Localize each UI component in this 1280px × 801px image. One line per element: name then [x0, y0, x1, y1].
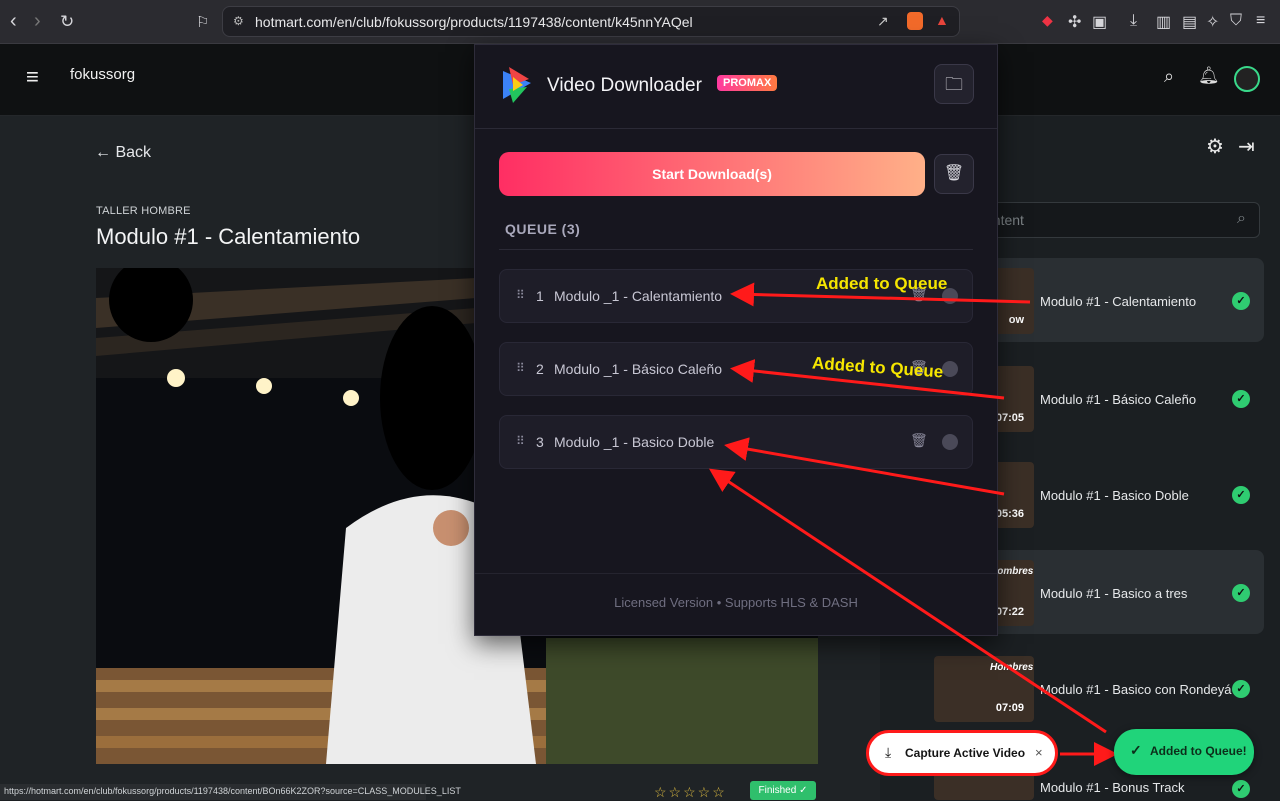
rating-stars[interactable]: ☆☆☆☆☆ — [654, 784, 727, 801]
status-dot — [942, 361, 958, 377]
close-icon[interactable]: × — [1035, 745, 1043, 760]
annotation-added-to-queue: Added to Queue — [816, 274, 948, 293]
extensions-puzzle-icon[interactable]: ✣ — [1068, 12, 1081, 32]
lesson-title: Modulo #1 - Basico Doble — [1040, 488, 1189, 503]
address-bar[interactable]: ⚙ hotmart.com/en/club/fokussorg/products… — [222, 6, 960, 37]
open-folder-button[interactable]: 🗀 — [934, 64, 974, 104]
queue-item[interactable]: ⠿ 3 Modulo _1 - Basico Doble 🗑︎ — [499, 415, 973, 469]
url-text: hotmart.com/en/club/fokussorg/products/1… — [255, 14, 693, 30]
forward-nav-icon[interactable]: › — [34, 10, 41, 33]
lesson-title: Modulo #1 - Basico a tres — [1040, 586, 1188, 601]
check-icon: ✓ — [1232, 780, 1250, 798]
lesson-title: Modulo #1 - Bonus Track — [1040, 780, 1185, 795]
trash-icon: 🗑︎ — [943, 165, 965, 182]
arrow-left-icon: ← — [95, 144, 111, 161]
divider — [499, 249, 973, 250]
queue-index: 3 — [536, 434, 544, 450]
page-title: Modulo #1 - Calentamiento — [96, 224, 361, 249]
search-icon: ⌕ — [1237, 210, 1246, 227]
search-input[interactable]: ontent ⌕ — [978, 202, 1260, 238]
status-url: https://hotmart.com/en/club/fokussorg/pr… — [4, 786, 461, 796]
capture-label: Capture Active Video — [905, 746, 1026, 760]
menu-icon[interactable]: ≡ — [1256, 12, 1265, 30]
drag-handle-icon[interactable]: ⠿ — [516, 288, 525, 302]
app-title: Video Downloader — [547, 75, 702, 96]
toast-label: Added to Queue! — [1150, 744, 1247, 758]
status-dot — [942, 434, 958, 450]
lesson-row[interactable]: Hombres 07:09 Modulo #1 - Basico con Ron… — [914, 646, 1264, 730]
promax-badge: PROMAX — [717, 75, 778, 91]
reload-icon[interactable]: ↻ — [60, 12, 74, 32]
avatar[interactable] — [1234, 66, 1260, 92]
breadcrumb: TALLER HOMBRE — [96, 205, 191, 217]
leo-icon[interactable]: ✧ — [1206, 12, 1219, 32]
check-icon: ✓ — [1232, 584, 1250, 602]
status-bar: https://hotmart.com/en/club/fokussorg/pr… — [0, 784, 461, 800]
check-icon: ✓ — [1232, 486, 1250, 504]
queue-header: QUEUE (3) — [505, 221, 581, 237]
video-downloader-popup: Video Downloader PROMAX 🗀 Start Download… — [474, 44, 998, 636]
site-name: fokussorg — [70, 66, 136, 83]
lesson-title: Modulo #1 - Calentamiento — [1040, 294, 1197, 309]
rewards-icon[interactable]: ▲ — [935, 12, 949, 28]
popup-footer: Licensed Version • Supports HLS & DASH — [614, 595, 858, 610]
check-icon: ✓ — [1232, 680, 1250, 698]
bookmark-icon[interactable]: ⚐ — [196, 13, 209, 31]
clear-queue-button[interactable]: 🗑︎ — [934, 154, 974, 194]
exit-panel-icon[interactable]: ⇥ — [1238, 134, 1255, 159]
popup-header: Video Downloader PROMAX 🗀 — [475, 45, 997, 129]
lesson-title: Modulo #1 - Básico Caleño — [1040, 392, 1197, 407]
check-icon: ✓ — [1232, 390, 1250, 408]
wallet-icon[interactable]: ▤ — [1182, 12, 1197, 32]
gear-icon[interactable]: ⚙ — [1206, 134, 1224, 159]
download-icon: ⤓ — [885, 744, 892, 760]
bell-icon[interactable]: 🔔︎ — [1198, 66, 1220, 86]
share-icon[interactable]: ↗ — [877, 13, 889, 30]
queue-item-name: Modulo _1 - Básico Caleño — [554, 361, 723, 377]
capture-active-video-button[interactable]: ⤓ Capture Active Video × — [866, 730, 1058, 776]
sidebar-icon[interactable]: ▥ — [1156, 12, 1171, 32]
queue-index: 2 — [536, 361, 544, 377]
lesson-title: Modulo #1 - Basico con Rondeyá — [1040, 682, 1232, 697]
brave-shield-icon[interactable] — [907, 12, 923, 30]
hamburger-icon[interactable]: ≡ — [26, 64, 39, 90]
added-to-queue-toast: ✓ Added to Queue! — [1114, 729, 1254, 775]
site-settings-icon[interactable]: ⚙ — [233, 14, 244, 28]
queue-item-name: Modulo _1 - Calentamiento — [554, 288, 723, 304]
download-icon[interactable]: ⤓ — [1130, 12, 1137, 30]
app-logo-icon — [503, 67, 531, 103]
back-link[interactable]: ← Back — [95, 144, 151, 162]
divider — [475, 573, 997, 574]
vpn-icon[interactable]: ⛉ — [1230, 12, 1242, 30]
queue-item-name: Modulo _1 - Basico Doble — [554, 434, 715, 450]
extension-icon[interactable]: ◆ — [1042, 12, 1053, 29]
search-icon[interactable]: ⌕ — [1164, 66, 1174, 87]
start-download-button[interactable]: Start Download(s) — [499, 152, 925, 196]
back-label: Back — [115, 144, 152, 161]
back-nav-icon[interactable]: ‹ — [10, 10, 17, 33]
lesson-thumbnail: Hombres 07:09 — [934, 656, 1034, 722]
browser-toolbar: ‹ › ↻ ⚐ ⚙ hotmart.com/en/club/fokussorg/… — [0, 0, 1280, 44]
drag-handle-icon[interactable]: ⠿ — [516, 361, 525, 375]
check-icon: ✓ — [1130, 742, 1142, 758]
check-icon: ✓ — [1232, 292, 1250, 310]
finished-badge[interactable]: Finished ✓ — [750, 781, 816, 800]
trash-icon[interactable]: 🗑︎ — [910, 432, 928, 449]
folder-icon: 🗀 — [945, 74, 963, 94]
queue-index: 1 — [536, 288, 544, 304]
drag-handle-icon[interactable]: ⠿ — [516, 434, 525, 448]
reader-icon[interactable]: ▣ — [1092, 12, 1107, 32]
